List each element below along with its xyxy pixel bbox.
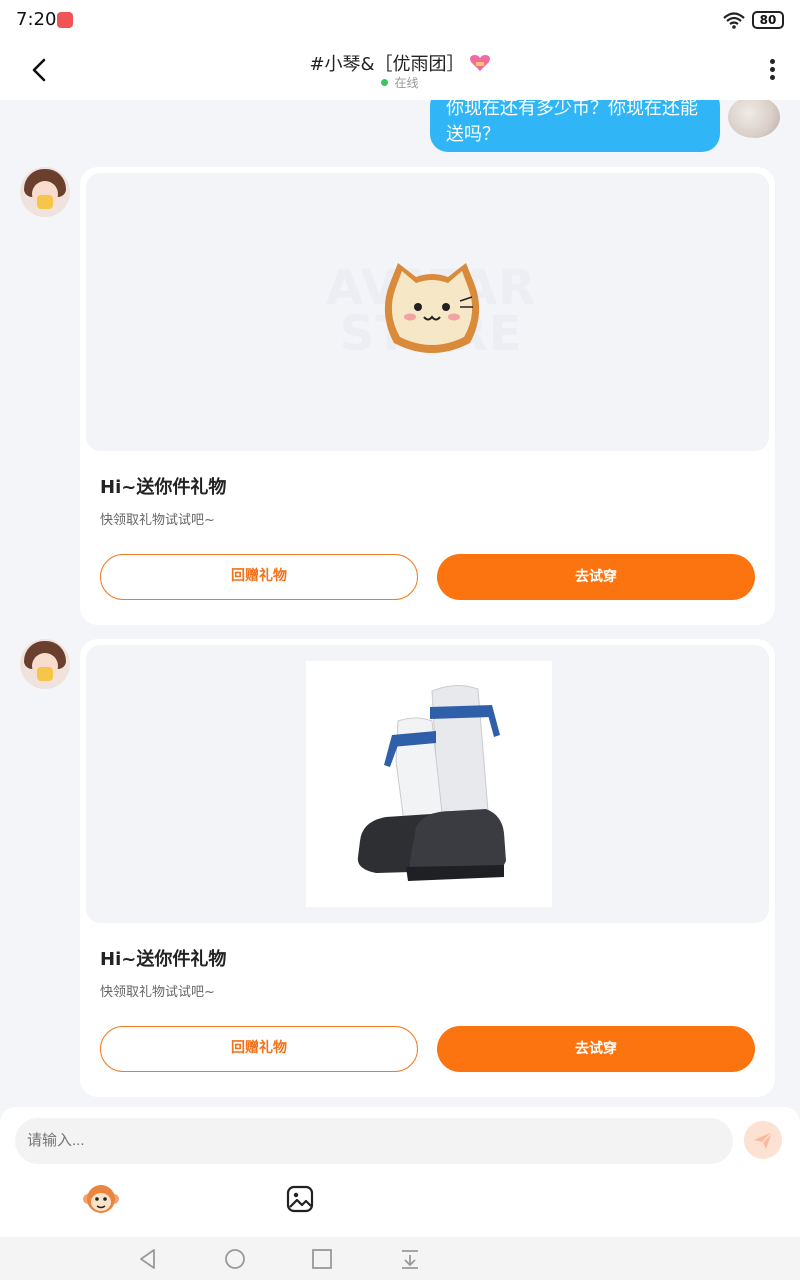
online-dot-icon [381, 79, 389, 86]
nav-dropdown-icon[interactable] [398, 1247, 422, 1271]
image-picker-icon[interactable] [286, 1185, 314, 1213]
try-on-button[interactable]: 去试穿 [437, 1026, 755, 1072]
system-nav-bar [0, 1237, 800, 1280]
gift-card[interactable]: Hi~送你件礼物 快领取礼物试试吧~ 回赠礼物 去试穿 [80, 639, 775, 1097]
send-button[interactable] [744, 1121, 782, 1159]
nav-recents-icon[interactable] [310, 1247, 334, 1271]
try-on-button[interactable]: 去试穿 [437, 554, 755, 600]
app-notification-icon [57, 12, 73, 28]
gift-card-media [86, 645, 769, 923]
nav-back-icon[interactable] [136, 1247, 160, 1271]
return-gift-button[interactable]: 回赠礼物 [100, 1026, 418, 1072]
nav-home-icon[interactable] [223, 1247, 247, 1271]
more-options-button[interactable] [758, 56, 786, 86]
contact-avatar[interactable] [20, 639, 70, 689]
wifi-icon [723, 12, 745, 29]
chat-title: #小琴&［优雨团］ [309, 50, 490, 76]
gift-card-title: Hi~送你件礼物 [100, 949, 227, 970]
boots-image [306, 661, 552, 907]
gift-card-subtitle: 快领取礼物试试吧~ [100, 985, 215, 1000]
contact-avatar[interactable] [20, 167, 70, 217]
cat-toast-icon [384, 263, 480, 353]
return-gift-button[interactable]: 回赠礼物 [100, 554, 418, 600]
outgoing-message-bubble[interactable]: 你现在还有多少币？你现在还能送吗？ [430, 100, 720, 152]
message-composer [0, 1107, 800, 1237]
my-avatar[interactable] [728, 100, 780, 138]
status-time: 7:20 [16, 9, 57, 30]
gift-card-title: Hi~送你件礼物 [100, 477, 227, 498]
online-status: 在线 [0, 74, 800, 91]
battery-indicator: 80 [752, 11, 784, 29]
heart-icon [469, 54, 490, 71]
chat-area[interactable]: 你现在还有多少币？你现在还能送吗？ AVATAR STORE Hi~送你件礼物 … [0, 100, 800, 1107]
gift-card[interactable]: AVATAR STORE Hi~送你件礼物 快领取礼物试试吧~ 回赠礼物 去试穿 [80, 167, 775, 625]
monkey-emoji-icon[interactable] [82, 1181, 120, 1217]
gift-card-media: AVATAR STORE [86, 173, 769, 451]
chat-header: #小琴&［优雨团］ 在线 [0, 40, 800, 100]
gift-card-subtitle: 快领取礼物试试吧~ [100, 513, 215, 528]
boots-icon [357, 685, 506, 881]
status-bar: 7:20 80 [0, 0, 800, 40]
message-input[interactable] [15, 1118, 733, 1164]
chat-title-text: #小琴&［优雨团］ [309, 54, 465, 75]
